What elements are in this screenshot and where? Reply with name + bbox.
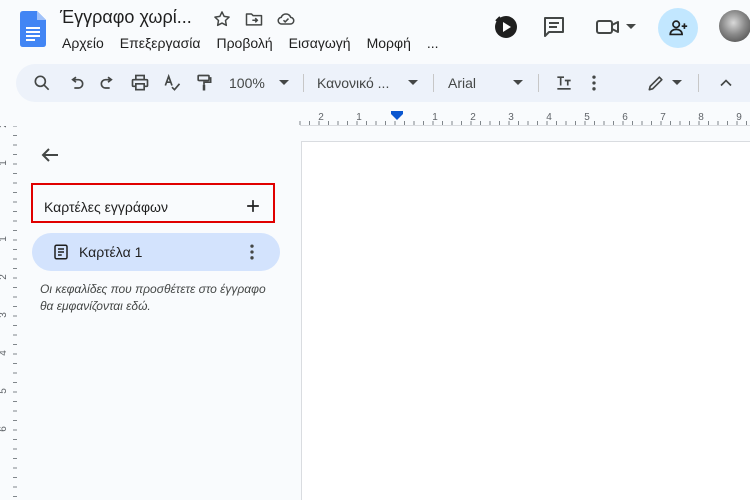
indent-marker-icon [391, 111, 403, 120]
document-page[interactable] [301, 141, 750, 500]
menu-file[interactable]: Αρχείο [62, 35, 104, 51]
menu-more[interactable]: ... [427, 35, 439, 51]
chevron-up-icon[interactable] [716, 73, 736, 93]
editing-mode-icon[interactable] [646, 73, 666, 93]
ruler-label: 3 [0, 312, 9, 318]
text-size-icon[interactable] [554, 73, 574, 93]
redo-icon[interactable] [98, 73, 118, 93]
font-select[interactable]: Arial [448, 75, 476, 91]
toolbar-divider [303, 74, 304, 92]
ruler-label: 5 [0, 388, 9, 394]
font-dropdown-icon[interactable] [513, 80, 523, 85]
print-icon[interactable] [130, 73, 150, 93]
search-menus-icon[interactable] [32, 73, 52, 93]
ruler-label: 4 [546, 112, 552, 123]
tab-more-options-icon[interactable] [242, 242, 262, 262]
menu-view[interactable]: Προβολή [216, 35, 272, 51]
ruler-label: 2 [318, 112, 324, 123]
menu-insert[interactable]: Εισαγωγή [289, 35, 351, 51]
ruler-label: 1 [0, 236, 9, 242]
ruler-label: 2 [470, 112, 476, 123]
tabs-header-label: Καρτέλες εγγράφων [44, 199, 168, 215]
ruler-label: 9 [736, 112, 742, 123]
paint-format-icon[interactable] [194, 73, 214, 93]
meet-dropdown-icon[interactable] [626, 24, 636, 29]
ruler-label: 1 [0, 160, 9, 166]
document-tab-icon [52, 243, 70, 261]
more-options-icon[interactable] [584, 73, 604, 93]
move-to-folder-icon[interactable] [244, 9, 264, 29]
editing-mode-dropdown-icon[interactable] [672, 80, 682, 85]
spellcheck-icon[interactable] [162, 73, 182, 93]
ruler-label: 1 [356, 112, 362, 123]
docs-logo-icon[interactable] [20, 11, 46, 47]
ruler-label: 4 [0, 350, 9, 356]
ruler-label: 6 [0, 426, 9, 432]
title-bar: Έγγραφο χωρί... Αρχείο Επεξεργασία Προβο… [0, 0, 750, 60]
ruler-label: 6 [622, 112, 628, 123]
tab-item-label: Καρτέλα 1 [79, 244, 143, 260]
ruler-label: 7 [660, 112, 666, 123]
ruler-label: 3 [508, 112, 514, 123]
tab-item-1[interactable]: Καρτέλα 1 [32, 233, 280, 271]
vertical-ruler[interactable]: 2 1 1 2 3 4 5 6 [0, 126, 18, 500]
share-button[interactable] [658, 8, 698, 48]
plus-icon [247, 200, 259, 212]
avatar[interactable] [719, 10, 750, 42]
toolbar-divider [433, 74, 434, 92]
meet-video-icon[interactable] [594, 13, 622, 41]
cloud-saved-icon[interactable] [276, 9, 296, 29]
ruler-label: 8 [698, 112, 704, 123]
ruler-label: 5 [584, 112, 590, 123]
horizontal-ruler[interactable]: 21123456789101112 [0, 108, 750, 126]
headings-hint-text: Οι κεφαλίδες που προσθέτετε στο έγγραφο … [40, 282, 266, 313]
add-tab-button[interactable] [243, 196, 263, 216]
menu-bar: Αρχείο Επεξεργασία Προβολή Εισαγωγή Μορφ… [62, 35, 455, 51]
ruler-label: 1 [432, 112, 438, 123]
formatting-toolbar: 100% Κανονικό ... Arial [16, 64, 750, 102]
menu-edit[interactable]: Επεξεργασία [120, 35, 201, 51]
paragraph-style-select[interactable]: Κανονικό ... [317, 75, 389, 91]
style-dropdown-icon[interactable] [408, 80, 418, 85]
comments-icon[interactable] [540, 13, 568, 41]
zoom-select[interactable]: 100% [229, 75, 265, 91]
zoom-dropdown-icon[interactable] [279, 80, 289, 85]
ruler-label: 2 [0, 126, 9, 128]
toolbar-divider [698, 74, 699, 92]
gemini-icon[interactable] [492, 13, 520, 41]
undo-icon[interactable] [66, 73, 86, 93]
document-title[interactable]: Έγγραφο χωρί... [60, 7, 192, 28]
back-arrow-icon[interactable] [38, 143, 62, 167]
star-icon[interactable] [212, 9, 232, 29]
menu-format[interactable]: Μορφή [367, 35, 411, 51]
add-person-icon [669, 20, 688, 36]
toolbar-divider [538, 74, 539, 92]
ruler-label: 2 [0, 274, 9, 280]
